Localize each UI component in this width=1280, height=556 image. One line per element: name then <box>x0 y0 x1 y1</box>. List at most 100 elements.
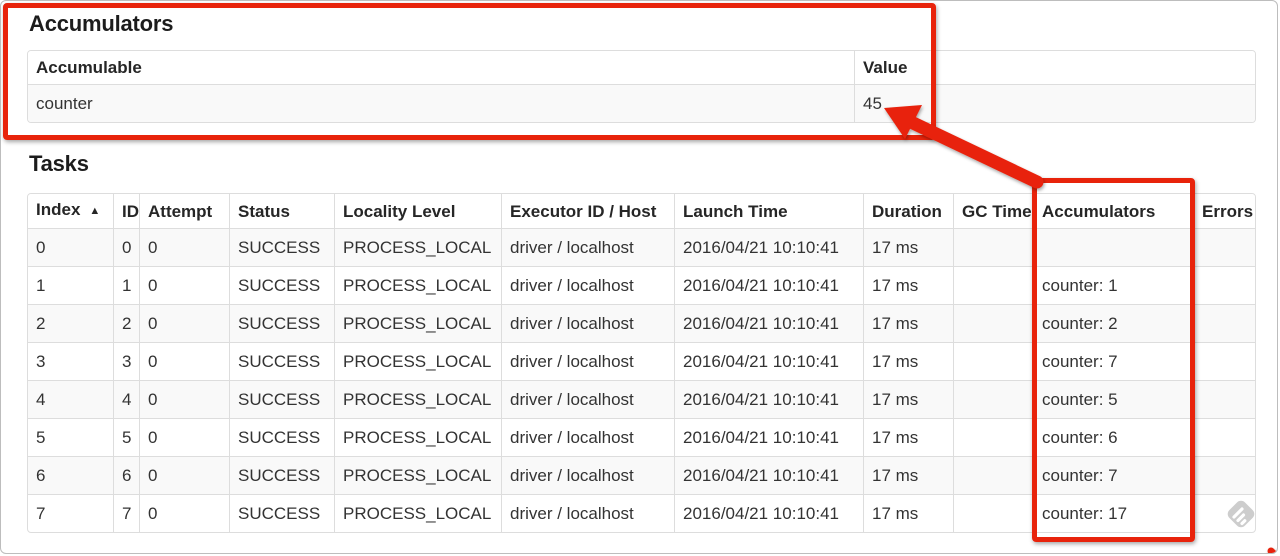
task-cell <box>1194 419 1255 457</box>
accumulators-section-title: Accumulators <box>29 11 174 36</box>
task-cell: 2 <box>114 305 140 343</box>
accumulable-name-cell: counter <box>28 85 855 122</box>
task-cell: 1 <box>28 267 114 305</box>
accumulator-row: counter 45 <box>28 85 1255 122</box>
task-cell: 4 <box>114 381 140 419</box>
task-cell: 0 <box>140 343 230 381</box>
task-cell: counter: 6 <box>1034 419 1194 457</box>
task-row: 5 5 0 SUCCESS PROCESS_LOCAL driver / localhos… <box>28 419 1255 457</box>
task-cell: 2016/04/21 10:10:41 <box>675 343 864 381</box>
task-cell: driver / localhost <box>502 381 675 419</box>
task-cell <box>1194 381 1255 419</box>
task-cell <box>954 305 1034 343</box>
task-row: 4 4 0 SUCCESS PROCESS_LOCAL driver / localhos… <box>28 381 1255 419</box>
tasks-column-header-index[interactable]: Index ▲ <box>28 194 114 229</box>
task-cell: SUCCESS <box>230 495 335 532</box>
tasks-table: Index ▲ ID Attempt Status Locality Level Execu… <box>27 193 1256 533</box>
task-cell: 2016/04/21 10:10:41 <box>675 419 864 457</box>
task-cell <box>1194 343 1255 381</box>
task-cell <box>1194 457 1255 495</box>
task-cell: counter: 7 <box>1034 343 1194 381</box>
task-cell: PROCESS_LOCAL <box>335 495 502 532</box>
tasks-column-header-id[interactable]: ID <box>114 194 140 229</box>
task-cell: 17 ms <box>864 457 954 495</box>
tasks-column-header-locality-level[interactable]: Locality Level <box>335 194 502 229</box>
task-cell: 17 ms <box>864 419 954 457</box>
task-cell: 6 <box>28 457 114 495</box>
tasks-column-header-executor-id-host[interactable]: Executor ID / Host <box>502 194 675 229</box>
task-cell: 0 <box>114 229 140 267</box>
tasks-column-header-accumulators[interactable]: Accumulators <box>1034 194 1194 229</box>
task-cell: 0 <box>140 305 230 343</box>
task-cell: driver / localhost <box>502 457 675 495</box>
task-cell: SUCCESS <box>230 419 335 457</box>
accumulable-column-header[interactable]: Accumulable <box>28 51 855 85</box>
task-cell <box>1194 267 1255 305</box>
task-row: 0 0 0 SUCCESS PROCESS_LOCAL driver / localhos… <box>28 229 1255 267</box>
task-cell: SUCCESS <box>230 343 335 381</box>
tasks-header-row: Index ▲ ID Attempt Status Locality Level Execu… <box>28 194 1255 229</box>
task-row: 1 1 0 SUCCESS PROCESS_LOCAL driver / localhos… <box>28 267 1255 305</box>
task-cell: PROCESS_LOCAL <box>335 381 502 419</box>
task-cell: 2016/04/21 10:10:41 <box>675 495 864 532</box>
task-cell: 0 <box>140 381 230 419</box>
accumulators-table: Accumulable Value counter 45 <box>27 50 1256 123</box>
task-cell: SUCCESS <box>230 229 335 267</box>
task-cell: driver / localhost <box>502 495 675 532</box>
task-cell: 0 <box>140 267 230 305</box>
task-cell: 2016/04/21 10:10:41 <box>675 305 864 343</box>
task-cell: 7 <box>28 495 114 532</box>
task-cell <box>954 457 1034 495</box>
accumulators-header-row: Accumulable Value <box>28 51 1255 85</box>
task-cell: SUCCESS <box>230 267 335 305</box>
task-cell <box>954 229 1034 267</box>
task-cell: counter: 2 <box>1034 305 1194 343</box>
task-cell: driver / localhost <box>502 419 675 457</box>
task-cell <box>954 267 1034 305</box>
task-cell: 0 <box>28 229 114 267</box>
task-cell: 7 <box>114 495 140 532</box>
task-row: 2 2 0 SUCCESS PROCESS_LOCAL driver / localhos… <box>28 305 1255 343</box>
task-cell: 4 <box>28 381 114 419</box>
task-cell: driver / localhost <box>502 343 675 381</box>
task-cell <box>1034 229 1194 267</box>
value-column-header[interactable]: Value <box>855 51 1255 85</box>
task-cell: 5 <box>28 419 114 457</box>
task-cell <box>1194 495 1255 532</box>
task-cell: driver / localhost <box>502 267 675 305</box>
tasks-section-title: Tasks <box>29 151 89 176</box>
task-cell: 17 ms <box>864 343 954 381</box>
tasks-column-header-launch-time[interactable]: Launch Time <box>675 194 864 229</box>
accumulable-value-cell: 45 <box>863 94 882 113</box>
task-cell: SUCCESS <box>230 381 335 419</box>
tasks-column-header-status[interactable]: Status <box>230 194 335 229</box>
task-cell <box>1194 305 1255 343</box>
tasks-column-header-duration[interactable]: Duration <box>864 194 954 229</box>
sort-ascending-icon: ▲ <box>89 205 101 217</box>
tasks-column-header-gc-time[interactable]: GC Time <box>954 194 1034 229</box>
tasks-column-header-errors[interactable]: Errors <box>1194 194 1255 229</box>
task-row: 6 6 0 SUCCESS PROCESS_LOCAL driver / localhos… <box>28 457 1255 495</box>
task-cell: driver / localhost <box>502 229 675 267</box>
task-cell: SUCCESS <box>230 457 335 495</box>
task-cell <box>954 381 1034 419</box>
task-cell: 6 <box>114 457 140 495</box>
task-cell: 1 <box>114 267 140 305</box>
task-cell: 2016/04/21 10:10:41 <box>675 267 864 305</box>
task-cell: 17 ms <box>864 229 954 267</box>
task-cell: counter: 1 <box>1034 267 1194 305</box>
task-cell: 2 <box>28 305 114 343</box>
tasks-column-header-attempt[interactable]: Attempt <box>140 194 230 229</box>
task-cell: 17 ms <box>864 267 954 305</box>
task-cell: 17 ms <box>864 305 954 343</box>
task-cell: 0 <box>140 419 230 457</box>
task-cell: PROCESS_LOCAL <box>335 343 502 381</box>
task-cell: 17 ms <box>864 381 954 419</box>
task-cell <box>1194 229 1255 267</box>
task-cell: PROCESS_LOCAL <box>335 305 502 343</box>
task-cell: 2016/04/21 10:10:41 <box>675 457 864 495</box>
task-cell: 0 <box>140 495 230 532</box>
task-cell: 5 <box>114 419 140 457</box>
task-cell: 3 <box>28 343 114 381</box>
task-row: 7 7 0 SUCCESS PROCESS_LOCAL driver / localhos… <box>28 495 1255 532</box>
